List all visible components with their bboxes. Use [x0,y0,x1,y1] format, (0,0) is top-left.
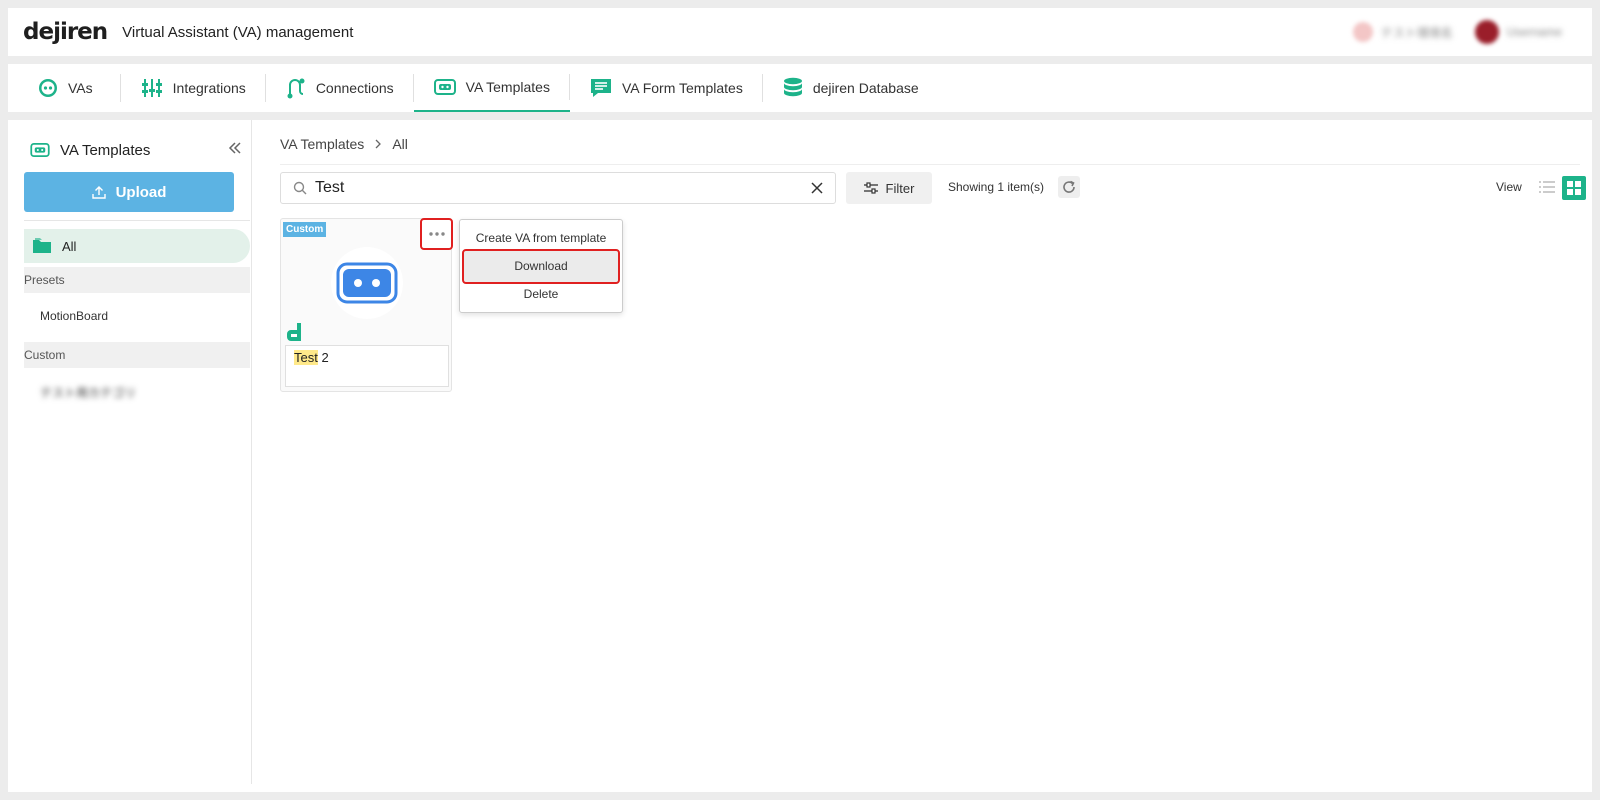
header-right: テスト環境名 Username [1352,20,1562,44]
folder-icon [32,238,52,254]
custom-badge: Custom [283,222,327,237]
upload-icon [91,185,106,199]
main-panel: VA Templates Upload All Presets MotionBo… [8,120,1592,792]
environment-icon [1352,22,1373,42]
filter-label: Filter [885,180,915,196]
main-tabs: VAs Integrations Connections VA Template… [8,64,1592,112]
tab-integrations[interactable]: Integrations [121,64,266,112]
tab-connections[interactable]: Connections [266,64,414,112]
dejiren-logo[interactable]: dejiren [23,19,108,45]
sidebar-section-custom: Custom [24,342,250,368]
tab-vas-label: VAs [68,80,93,96]
sidebar-section-presets: Presets [24,267,250,293]
tab-integrations-label: Integrations [172,80,246,96]
collapse-sidebar-icon[interactable] [228,141,242,160]
bot-face-icon [38,78,58,98]
delete-item[interactable]: Delete [460,287,622,301]
custom-heading: Custom [24,348,66,362]
item-count: Showing 1 item(s) [948,180,1045,194]
user-avatar[interactable] [1474,20,1499,44]
list-view-button[interactable] [1536,176,1558,198]
app-title: Virtual Assistant (VA) management [122,23,354,41]
tab-vas[interactable]: VAs [8,64,121,112]
download-item[interactable]: Download [462,249,620,284]
dejiren-logo-icon [287,323,303,346]
refresh-icon [1061,179,1077,195]
ellipsis-icon [428,232,445,236]
integrations-icon [141,78,163,98]
tab-va-templates[interactable]: VA Templates [413,64,571,112]
database-icon [783,77,803,99]
chevron-right-icon [374,136,382,152]
breadcrumb: VA Templates All [280,136,408,152]
va-template-icon [30,143,50,157]
connections-icon [286,77,306,99]
va-template-icon [433,79,456,95]
bot-face-icon [336,262,398,304]
breadcrumb-root[interactable]: VA Templates [280,136,364,152]
grid-view-icon [1566,180,1582,196]
filter-button[interactable]: Filter [846,172,932,204]
create-va-from-template-item[interactable]: Create VA from template [460,231,622,245]
filter-sliders-icon [863,182,878,194]
tab-va-templates-label: VA Templates [465,79,550,95]
clear-search-icon[interactable] [811,182,823,194]
user-name[interactable]: Username [1507,25,1562,39]
template-name-rest: 2 [317,350,329,365]
sidebar-header: VA Templates [30,140,242,160]
upload-button[interactable]: Upload [24,172,234,212]
breadcrumb-current: All [392,136,408,152]
breadcrumb-divider [280,164,1580,165]
refresh-button[interactable] [1058,176,1080,198]
template-card[interactable]: Custom Test 2 [280,218,453,392]
tab-connections-label: Connections [315,80,394,96]
environment-name[interactable]: テスト環境名 [1381,24,1453,41]
sidebar: VA Templates Upload All Presets MotionBo… [8,120,252,784]
search-icon [293,181,307,195]
sidebar-item-motionboard[interactable]: MotionBoard [40,309,108,323]
tab-dejiren-database-label: dejiren Database [812,80,919,96]
presets-heading: Presets [24,273,65,287]
upload-label: Upload [115,183,167,201]
template-avatar [331,247,403,319]
list-view-icon [1539,180,1555,194]
sidebar-item-all-label: All [62,238,77,254]
app-header: dejiren Virtual Assistant (VA) managemen… [8,8,1592,56]
tab-va-form-templates-label: VA Form Templates [621,80,743,96]
sidebar-item-all[interactable]: All [24,229,250,263]
search-box [280,172,836,204]
search-match-highlight: Test [294,350,318,365]
more-options-button[interactable] [420,218,453,250]
tab-dejiren-database[interactable]: dejiren Database [763,64,939,112]
sidebar-item-custom-category[interactable]: テスト用カテゴリ [40,384,136,401]
grid-view-button[interactable] [1562,176,1586,200]
sidebar-title: VA Templates [60,141,151,159]
template-context-menu: Create VA from template Download Delete [459,219,623,313]
sidebar-divider [24,220,250,221]
tab-va-form-templates[interactable]: VA Form Templates [570,64,763,112]
form-icon [590,78,612,98]
search-input[interactable] [315,179,785,197]
view-label: View [1496,180,1522,194]
template-name: Test 2 [285,345,449,387]
